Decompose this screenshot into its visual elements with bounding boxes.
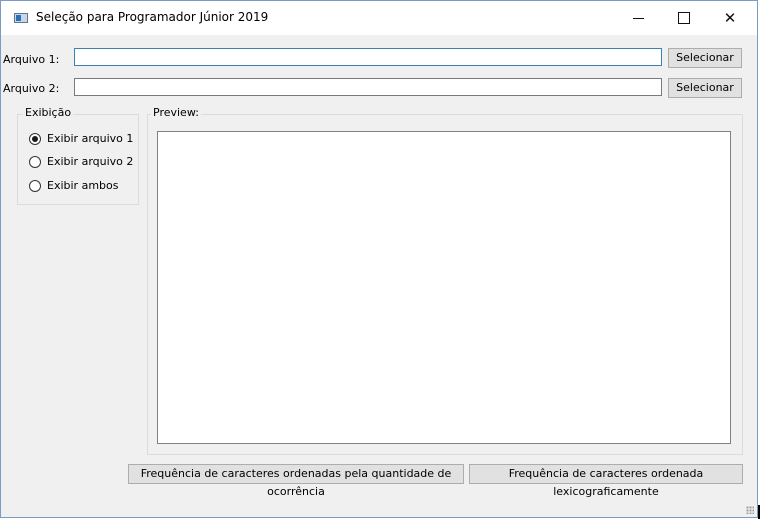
minimize-icon bbox=[632, 17, 644, 19]
radio-button[interactable] bbox=[29, 156, 41, 168]
arquivo1-label: Arquivo 1: bbox=[3, 53, 60, 66]
resize-grip-icon[interactable] bbox=[746, 506, 754, 514]
arquivo2-label: Arquivo 2: bbox=[3, 82, 60, 95]
radio-label: Exibir arquivo 2 bbox=[47, 155, 134, 168]
preview-group-title: Preview: bbox=[151, 106, 201, 119]
window-title: Seleção para Programador Júnior 2019 bbox=[36, 10, 269, 24]
close-button[interactable]: ✕ bbox=[707, 1, 753, 35]
title-bar[interactable]: Seleção para Programador Júnior 2019 ✕ bbox=[1, 1, 757, 35]
close-icon: ✕ bbox=[723, 9, 737, 27]
radio-button[interactable] bbox=[29, 180, 41, 192]
select-arquivo2-button[interactable]: Selecionar bbox=[668, 78, 742, 98]
app-window: Seleção para Programador Júnior 2019 ✕ A… bbox=[0, 0, 758, 518]
freq-occurrence-button[interactable]: Frequência de caracteres ordenadas pela … bbox=[128, 464, 464, 498]
maximize-button[interactable] bbox=[661, 1, 707, 35]
select-arquivo1-button[interactable]: Selecionar bbox=[668, 48, 742, 68]
exibicao-group-title: Exibição bbox=[23, 106, 74, 119]
arquivo1-field[interactable] bbox=[74, 48, 662, 66]
app-icon bbox=[14, 13, 28, 23]
maximize-icon bbox=[678, 12, 690, 24]
preview-text-area[interactable] bbox=[157, 131, 731, 444]
arquivo2-field[interactable] bbox=[74, 78, 662, 96]
radio-button-checked[interactable] bbox=[29, 133, 41, 145]
freq-lexico-button[interactable]: Frequência de caracteres ordenada lexico… bbox=[469, 464, 743, 498]
minimize-button[interactable] bbox=[615, 1, 661, 35]
radio-label: Exibir arquivo 1 bbox=[47, 132, 134, 145]
radio-label: Exibir ambos bbox=[47, 179, 119, 192]
